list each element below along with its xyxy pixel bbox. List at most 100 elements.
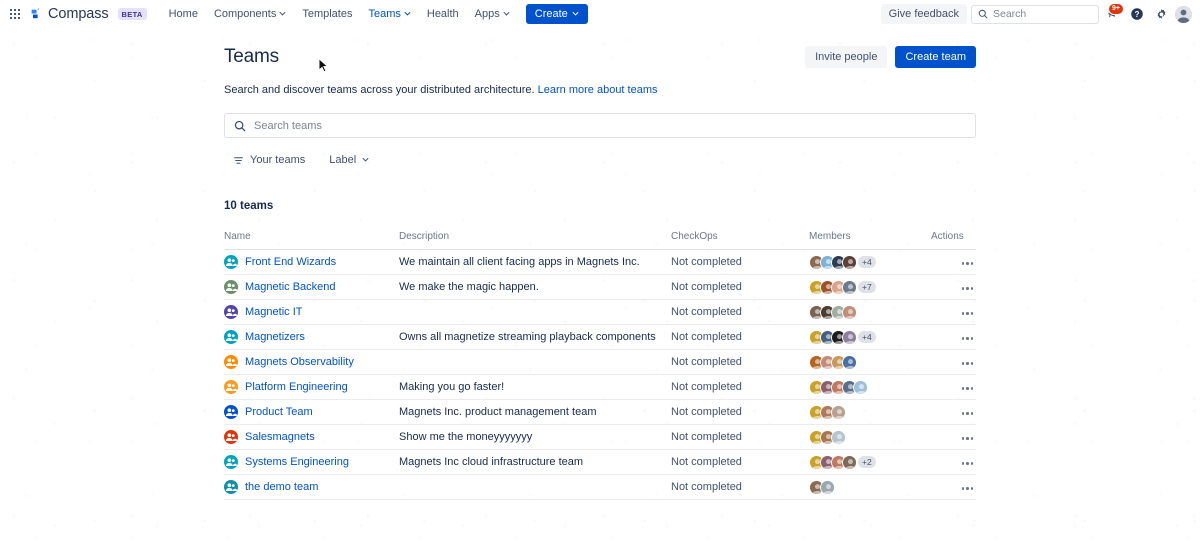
team-name-link[interactable]: Magnetizers [245, 331, 305, 343]
team-name-link[interactable]: the demo team [245, 481, 318, 493]
page-body: Teams Invite people Create team Search a… [0, 28, 1200, 555]
member-avatar[interactable] [842, 254, 857, 270]
nav-item-components[interactable]: Components [206, 4, 294, 24]
member-avatar[interactable] [842, 279, 857, 295]
checkops-status: Not completed [671, 481, 742, 493]
create-team-label: Create team [905, 51, 966, 63]
cell-actions [931, 325, 976, 350]
cell-description: Magnets Inc cloud infrastructure team [399, 450, 671, 475]
global-search-input[interactable]: Search [971, 4, 1099, 24]
member-avatar[interactable] [842, 304, 857, 320]
label-filter-dropdown[interactable]: Label [320, 150, 378, 170]
checkops-status: Not completed [671, 381, 742, 393]
cell-name: Magnetic Backend [224, 275, 399, 300]
row-actions-menu-button[interactable] [959, 308, 977, 319]
notification-megaphone-icon[interactable]: 9+ [1103, 3, 1124, 24]
team-name-link[interactable]: Magnets Observability [245, 356, 354, 368]
invite-people-button[interactable]: Invite people [805, 46, 888, 68]
table-row[interactable]: Product Team Magnets Inc. product managem… [224, 400, 976, 425]
member-avatar[interactable] [831, 429, 846, 445]
table-row[interactable]: Magnets Observability Not completed [224, 350, 976, 375]
cell-name: Magnetic IT [224, 300, 399, 325]
cell-members [809, 475, 931, 500]
learn-more-link[interactable]: Learn more about teams [538, 84, 658, 96]
teams-table-body: Front End Wizards We maintain all client … [224, 250, 976, 500]
table-row[interactable]: Front End Wizards We maintain all client … [224, 250, 976, 275]
help-icon[interactable]: ? [1127, 4, 1147, 24]
team-avatar-icon [224, 305, 238, 319]
cell-checkops: Not completed [671, 300, 809, 325]
table-row[interactable]: Magnetic Backend We make the magic happen… [224, 275, 976, 300]
team-avatar-icon [224, 380, 238, 394]
chevron-down-icon [572, 10, 579, 17]
member-avatar[interactable] [853, 379, 868, 395]
member-avatar[interactable] [842, 329, 857, 345]
row-actions-menu-button[interactable] [959, 283, 977, 294]
table-row[interactable]: Salesmagnets Show me the moneyyyyyyy Not c… [224, 425, 976, 450]
member-avatar-group: +4 [809, 329, 931, 345]
nav-item-templates[interactable]: Templates [294, 4, 360, 24]
table-row[interactable]: the demo team Not completed [224, 475, 976, 500]
cell-name: Front End Wizards [224, 250, 399, 275]
member-avatar[interactable] [820, 479, 835, 495]
cell-checkops: Not completed [671, 350, 809, 375]
team-name-link[interactable]: Magnetic IT [245, 306, 302, 318]
member-avatar-group [809, 479, 931, 495]
row-actions-menu-button[interactable] [959, 358, 977, 369]
row-actions-menu-button[interactable] [959, 258, 977, 269]
compass-logo[interactable]: Compass BETA [30, 6, 147, 22]
nav-item-apps[interactable]: Apps [467, 4, 518, 24]
table-row[interactable]: Platform Engineering Making you go faster… [224, 375, 976, 400]
team-description: Making you go faster! [399, 381, 505, 393]
your-teams-filter-button[interactable]: Your teams [224, 150, 314, 170]
team-name-link[interactable]: Front End Wizards [245, 256, 336, 268]
give-feedback-label: Give feedback [888, 8, 959, 20]
nav-item-apps-label: Apps [474, 8, 500, 20]
row-actions-menu-button[interactable] [959, 333, 977, 344]
column-header-checkops: CheckOps [671, 231, 809, 250]
table-row[interactable]: Magnetic IT Not completed [224, 300, 976, 325]
table-row[interactable]: Magnetizers Owns all magnetize streaming … [224, 325, 976, 350]
row-actions-menu-button[interactable] [959, 458, 977, 469]
cell-actions [931, 375, 976, 400]
member-avatar[interactable] [842, 354, 857, 370]
cell-members [809, 400, 931, 425]
checkops-status: Not completed [671, 256, 742, 268]
nav-item-home[interactable]: Home [161, 4, 206, 24]
give-feedback-button[interactable]: Give feedback [880, 4, 967, 24]
team-name-link[interactable]: Product Team [245, 406, 313, 418]
nav-item-health[interactable]: Health [419, 4, 467, 24]
brand-name: Compass [48, 6, 109, 22]
row-actions-menu-button[interactable] [959, 408, 977, 419]
member-avatar[interactable] [831, 404, 846, 420]
table-row[interactable]: Systems Engineering Magnets Inc cloud inf… [224, 450, 976, 475]
profile-avatar[interactable] [1175, 5, 1192, 23]
chevron-down-icon [279, 10, 286, 17]
nav-item-templates-label: Templates [302, 8, 353, 20]
page-subtitle-text: Search and discover teams across your di… [224, 84, 535, 96]
nav-item-teams[interactable]: Teams [360, 4, 418, 24]
beta-badge: BETA [117, 8, 147, 20]
member-avatar[interactable] [842, 454, 857, 470]
team-name-link[interactable]: Platform Engineering [245, 381, 348, 393]
team-name-link[interactable]: Magnetic Backend [245, 281, 336, 293]
create-button[interactable]: Create [525, 4, 588, 24]
cell-description: Making you go faster! [399, 375, 671, 400]
row-actions-menu-button[interactable] [959, 433, 977, 444]
team-name-link[interactable]: Systems Engineering [245, 456, 349, 468]
team-name-link[interactable]: Salesmagnets [245, 431, 315, 443]
cell-members [809, 375, 931, 400]
search-teams-input[interactable]: Search teams [224, 113, 976, 138]
create-team-button[interactable]: Create team [895, 46, 976, 68]
row-actions-menu-button[interactable] [959, 383, 977, 394]
page-title: Teams [224, 46, 279, 67]
member-avatar-group: +2 [809, 454, 931, 470]
settings-gear-icon[interactable] [1151, 4, 1171, 24]
app-switcher-grid-icon[interactable] [4, 3, 26, 25]
checkops-status: Not completed [671, 431, 742, 443]
teams-table: Name Description CheckOps Members Action… [224, 231, 976, 500]
row-actions-menu-button[interactable] [959, 483, 977, 494]
cell-name: Product Team [224, 400, 399, 425]
cell-actions [931, 400, 976, 425]
cell-members: +4 [809, 325, 931, 350]
